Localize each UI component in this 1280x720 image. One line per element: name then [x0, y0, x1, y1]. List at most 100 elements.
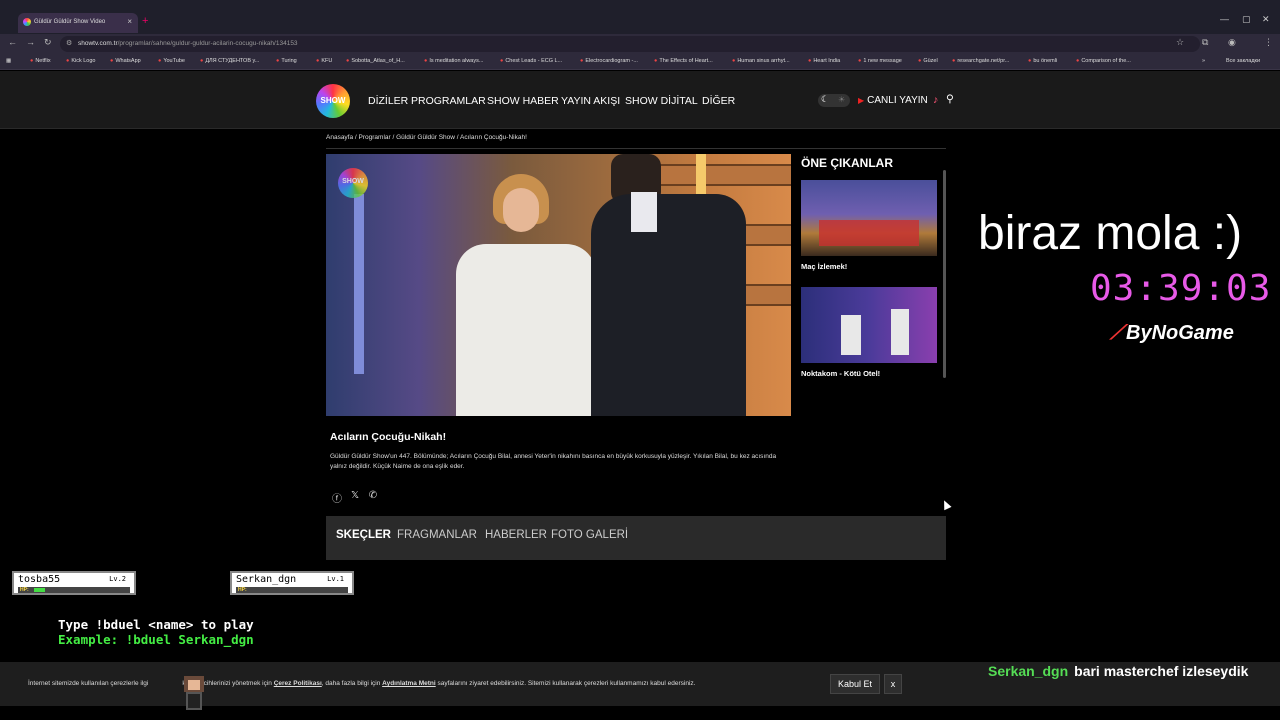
tab-skecler[interactable]: SKEÇLER	[336, 529, 391, 541]
maximize-icon[interactable]: ▢	[1242, 14, 1251, 25]
bookmark-item[interactable]: ● bu önemli	[1028, 58, 1057, 64]
forward-icon[interactable]: →	[26, 37, 35, 47]
featured-thumbnail[interactable]	[801, 180, 937, 256]
facebook-share-icon[interactable]: ⓕ	[331, 490, 343, 505]
site-info-icon[interactable]: ⚙	[66, 39, 72, 47]
reload-icon[interactable]: ↻	[44, 37, 52, 48]
close-window-icon[interactable]: ✕	[1262, 14, 1270, 25]
sidebar-scrollbar[interactable]	[943, 170, 946, 378]
video-watermark-logo: SHOW	[338, 168, 368, 198]
close-cookie-button[interactable]: x	[884, 674, 902, 694]
tab-haberler[interactable]: HABERLER	[485, 529, 547, 541]
episode-description: Güldür Güldür Show'un 447. Bölümünde; Ac…	[330, 453, 777, 470]
nav-show-dijital[interactable]: SHOW DİJİTAL	[625, 95, 698, 107]
bynogame-icon: ⟋	[1110, 322, 1124, 344]
bookmark-item[interactable]: ● KFU	[316, 58, 332, 64]
url-path: /programlar/sahne/guldur-guldur-acilarin…	[117, 40, 298, 47]
bookmark-item[interactable]: ● ДЛЯ СТУДЕНТОВ у...	[200, 58, 259, 64]
player-hp-card: Serkan_dgn Lv.1 HP:	[230, 571, 354, 595]
pixel-character-avatar	[180, 676, 208, 714]
player-hp-card: tosba55 Lv.2 HP:	[12, 571, 136, 595]
tab-title: Güldür Güldür Show Video	[34, 19, 106, 25]
bookmark-item[interactable]: ● Is meditation always...	[424, 58, 483, 64]
moon-icon: ☾	[821, 94, 830, 104]
bookmark-item[interactable]: ● Sobotta_Atlas_of_H...	[346, 58, 405, 64]
bookmarks-overflow-icon[interactable]: »	[1202, 58, 1205, 64]
live-link[interactable]: ▶ CANLI YAYIN	[858, 95, 928, 106]
chat-message: Serkan_dgn bari masterchef izleseydik	[988, 663, 1248, 679]
featured-card[interactable]: Noktakom - Kötü Otel!	[801, 287, 937, 378]
bookmark-item[interactable]: ● YouTube	[158, 58, 185, 64]
nav-yayin-akisi[interactable]: YAYIN AKIŞI	[561, 95, 620, 107]
play-icon: ▶	[858, 96, 865, 105]
browser-nav-bar: ← → ↻ ⚙ showtv.com.tr/programlar/sahne/g…	[0, 34, 1280, 54]
nav-diziler[interactable]: DİZİLER	[368, 95, 408, 107]
sidebar-title: ÖNE ÇIKANLAR	[801, 156, 893, 170]
privacy-notice-link[interactable]: Aydınlatma Metni	[382, 680, 436, 687]
apps-icon[interactable]: ▦	[6, 58, 11, 64]
cookie-text: İnternet sitemizde kullanılan çerezlerle…	[28, 680, 696, 687]
breadcrumb[interactable]: Anasayfa / Programlar / Güldür Güldür Sh…	[326, 134, 527, 141]
browser-tab-bar: Güldür Güldür Show Video × + — ▢ ✕	[0, 0, 1280, 34]
whatsapp-share-icon[interactable]: ✆	[367, 490, 379, 502]
nav-programlar[interactable]: PROGRAMLAR	[411, 95, 486, 107]
featured-caption[interactable]: Maç İzlemek!	[801, 262, 937, 271]
content-tabs: SKEÇLER FRAGMANLAR HABERLER FOTO GALERİ	[326, 516, 946, 560]
bookmark-item[interactable]: ● researchgate.net/pr...	[952, 58, 1009, 64]
duel-example: Example: !bduel Serkan_dgn	[58, 632, 254, 647]
featured-thumbnail[interactable]	[801, 287, 937, 363]
search-icon[interactable]: ⚲	[946, 93, 954, 105]
bookmark-item[interactable]: ● Turing	[276, 58, 297, 64]
bookmark-item[interactable]: ● Chest Leads - ECG L...	[500, 58, 562, 64]
address-bar[interactable]: ⚙ showtv.com.tr/programlar/sahne/guldur-…	[60, 36, 1200, 52]
profile-icon[interactable]: ◉	[1228, 37, 1236, 48]
x-share-icon[interactable]: 𝕏	[349, 490, 361, 502]
new-tab-icon[interactable]: +	[142, 15, 148, 27]
bookmark-item[interactable]: ● The Effects of Heart...	[654, 58, 713, 64]
close-tab-icon[interactable]: ×	[127, 17, 132, 26]
player-level: Lv.1	[327, 575, 344, 583]
actor-figure	[591, 154, 746, 416]
bookmark-item[interactable]: ● Heart India	[808, 58, 840, 64]
player-level: Lv.2	[109, 575, 126, 583]
show-tv-logo[interactable]: SHOW	[316, 84, 350, 118]
nav-show-haber[interactable]: SHOW HABER	[487, 95, 559, 107]
menu-kebab-icon[interactable]: ⋮	[1264, 37, 1273, 48]
cookie-policy-link[interactable]: Çerez Politikası	[274, 680, 322, 687]
featured-card[interactable]: Maç İzlemek!	[801, 180, 937, 271]
tab-fragmanlar[interactable]: FRAGMANLAR	[397, 529, 477, 541]
all-bookmarks[interactable]: Все закладки	[1226, 58, 1260, 64]
bookmark-item[interactable]: ● Comparison of the...	[1076, 58, 1131, 64]
bookmark-item[interactable]: ● Güzel	[918, 58, 938, 64]
bookmark-star-icon[interactable]: ☆	[1176, 37, 1184, 48]
theme-toggle[interactable]: ☾ ☀	[818, 94, 850, 107]
bell-icon[interactable]: ♪	[933, 94, 938, 106]
extensions-icon[interactable]: ⧉	[1202, 37, 1208, 48]
featured-caption[interactable]: Noktakom - Kötü Otel!	[801, 369, 937, 378]
bookmark-item[interactable]: ● Netflix	[30, 58, 51, 64]
break-timer: 03:39:03	[1090, 268, 1272, 309]
sun-icon: ☀	[838, 95, 846, 104]
bookmark-item[interactable]: ● WhatsApp	[110, 58, 141, 64]
divider	[326, 148, 946, 149]
hp-fill	[34, 588, 45, 592]
mouse-cursor-icon	[940, 498, 952, 511]
bynogame-logo: ⟋ ByNoGame	[1110, 322, 1234, 344]
bookmark-item[interactable]: ● 1 new message	[858, 58, 902, 64]
hp-bar: HP:	[236, 587, 348, 593]
break-message: biraz mola :)	[978, 207, 1243, 260]
accept-cookies-button[interactable]: Kabul Et	[830, 674, 880, 694]
minimize-icon[interactable]: —	[1220, 14, 1229, 24]
bookmarks-bar: ▦ ● Netflix ● Kick Logo ● WhatsApp ● YouTube…	[0, 54, 1280, 70]
episode-title: Acıların Çocuğu-Nikah!	[330, 431, 447, 443]
bookmark-item[interactable]: ● Electrocardiogram -...	[580, 58, 638, 64]
tab-foto-galeri[interactable]: FOTO GALERİ	[551, 529, 628, 541]
site-favicon-icon	[23, 18, 31, 26]
nav-diger[interactable]: DİĞER	[702, 95, 735, 107]
bookmark-item[interactable]: ● Kick Logo	[66, 58, 95, 64]
site-header: SHOW DİZİLER PROGRAMLAR SHOW HABER YAYIN…	[0, 71, 1280, 129]
video-player[interactable]: SHOW	[326, 154, 791, 416]
browser-tab[interactable]: Güldür Güldür Show Video ×	[18, 13, 138, 33]
back-icon[interactable]: ←	[8, 37, 17, 47]
bookmark-item[interactable]: ● Human sinus arrhyt...	[732, 58, 790, 64]
